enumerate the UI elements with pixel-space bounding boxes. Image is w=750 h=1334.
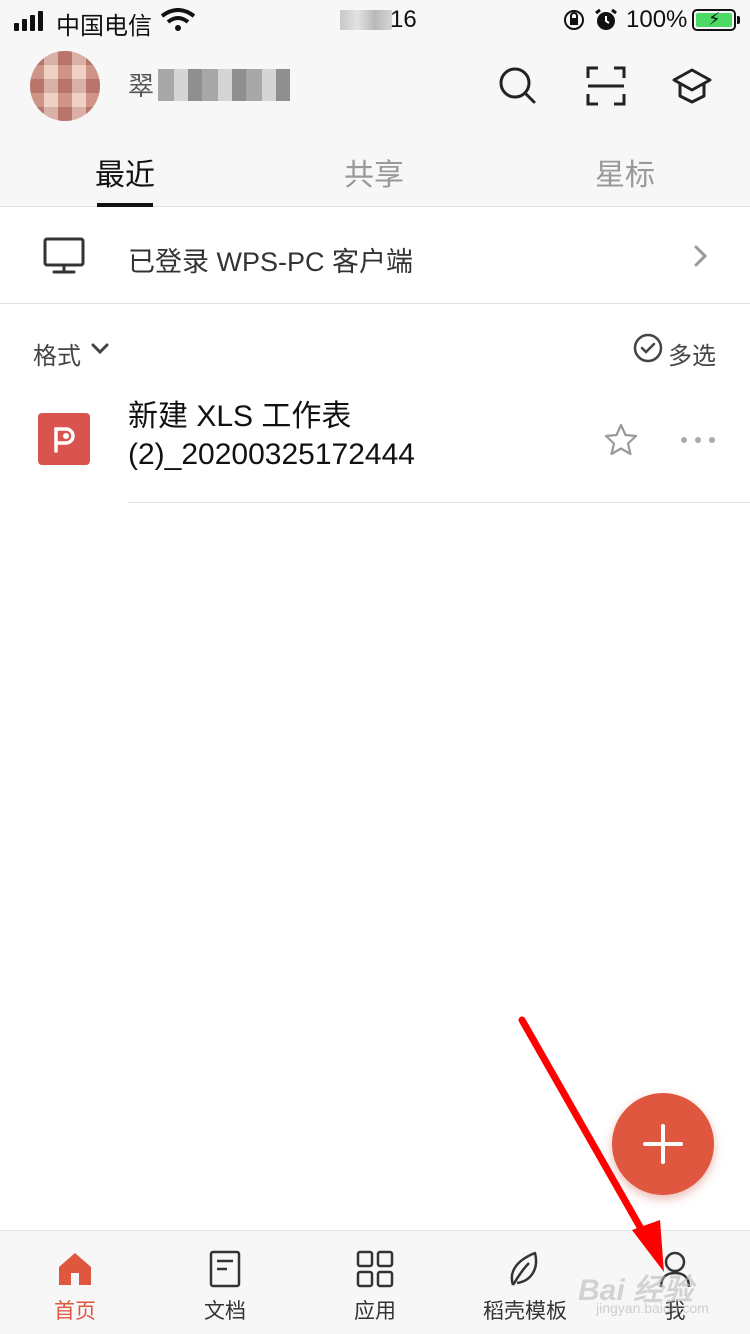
more-options-icon[interactable] [680, 436, 716, 444]
username-blur [158, 68, 291, 101]
tab-share[interactable]: 共享 [314, 150, 434, 194]
wifi-icon [160, 8, 196, 31]
nav-label-apps: 应用 [354, 1300, 396, 1323]
graduation-cap-icon[interactable] [670, 64, 714, 108]
divider [128, 502, 750, 503]
clock-label: 16 [390, 6, 417, 33]
format-filter[interactable]: 格式 [33, 336, 81, 371]
tab-starred[interactable]: 星标 [565, 150, 685, 194]
chevron-right-icon [694, 245, 708, 267]
signal-icon [14, 11, 43, 31]
battery-icon: ⚡ [692, 9, 740, 31]
baidu-watermark-url: jingyan.baidu.com [596, 1300, 709, 1316]
annotation-arrow-icon [518, 1016, 664, 1272]
tab-recent[interactable]: 最近 [65, 150, 185, 194]
file-name-line2: (2)_20200325172444 [128, 438, 415, 471]
filter-row: 格式 多选 [0, 304, 750, 390]
nav-item-documents[interactable]: 文档 [150, 1231, 300, 1334]
rotation-lock-icon [564, 10, 584, 30]
tab-indicator [97, 203, 153, 207]
username-label: 翠 [128, 71, 155, 101]
file-name: 新建 XLS 工作表 (2)_20200325172444 [128, 398, 588, 474]
file-list-item[interactable]: 新建 XLS 工作表 (2)_20200325172444 [0, 390, 750, 504]
grid-apps-icon [356, 1250, 394, 1288]
file-name-line1: 新建 XLS 工作表 [128, 400, 352, 433]
header: 翠 最近 共享 星标 [0, 40, 750, 207]
time-blur [340, 10, 392, 30]
battery-percentage: 100% [626, 6, 688, 33]
avatar[interactable] [30, 51, 100, 121]
wps-presentation-icon [38, 413, 90, 465]
monitor-icon [43, 237, 85, 274]
username-area[interactable]: 翠 [128, 66, 291, 103]
nav-item-apps[interactable]: 应用 [300, 1231, 450, 1334]
pc-login-label: 已登录 WPS-PC 客户端 [128, 247, 414, 277]
chevron-down-icon[interactable] [90, 342, 110, 356]
alarm-icon [595, 8, 617, 30]
nav-label-home: 首页 [54, 1300, 96, 1323]
search-icon[interactable] [496, 64, 540, 108]
document-icon [209, 1250, 241, 1288]
carrier-label: 中国电信 [56, 13, 152, 40]
pc-login-row[interactable]: 已登录 WPS-PC 客户端 [0, 208, 750, 304]
status-bar: 中国电信 16 100% ⚡ [0, 0, 750, 40]
check-circle-icon[interactable] [632, 332, 664, 364]
star-icon[interactable] [603, 422, 639, 458]
multi-select-button[interactable]: 多选 [668, 336, 716, 371]
home-icon [59, 1253, 91, 1285]
tab-bar: 最近 共享 星标 [0, 142, 750, 207]
scan-icon[interactable] [584, 64, 628, 108]
nav-label-documents: 文档 [204, 1300, 246, 1323]
nav-item-home[interactable]: 首页 [0, 1231, 150, 1334]
